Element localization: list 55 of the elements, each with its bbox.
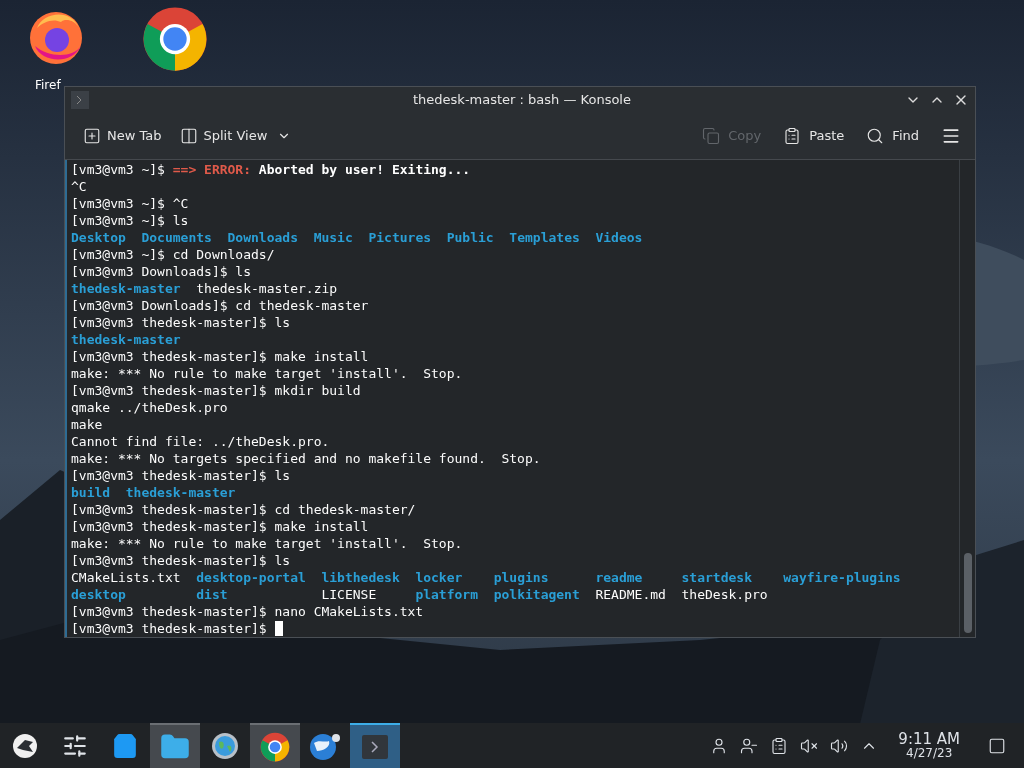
terminal-line: make [71,416,103,433]
terminal-line: [vm3@vm3 thedesk-master]$ ls [71,467,291,484]
search-icon [866,126,885,145]
terminal-line: build thedesk-master [71,484,236,501]
terminal-line: make: *** No targets specified and no makefile found. Stop. [71,450,541,467]
terminal-line: qmake ../theDesk.pro [71,399,228,416]
show-desktop-icon[interactable] [988,736,1006,755]
terminal-line: [vm3@vm3 thedesk-master]$ cd thedesk-master/ [71,501,416,518]
terminal-line: [vm3@vm3 thedesk-master]$ [71,620,283,637]
terminal-line: make: *** No rule to make target 'install'. Stop. [71,365,463,382]
terminal-line: thedesk-master thedesk-master.zip [71,280,338,297]
speaker-icon[interactable] [830,736,849,755]
find-button[interactable]: Find [862,126,923,146]
terminal-line: [vm3@vm3 ~]$ ==> ERROR: Aborted by user! Exiting... [71,161,471,178]
new-tab-button[interactable]: New Tab [79,126,166,146]
terminal-line: CMakeLists.txt desktop-portal libthedesk locker plugins readme startdesk wayfire-plugins [71,569,901,586]
clock-time[interactable]: 9:11 AM [898,732,960,747]
globe-gear-icon [211,731,239,760]
chrome-icon [260,731,290,762]
paste-button[interactable]: Paste [779,126,849,146]
clipboard-icon [783,126,802,145]
terminal-icon [71,90,89,109]
terminal-icon [361,732,389,761]
sliders-icon [62,732,88,759]
copy-icon [702,126,721,145]
split-view-button[interactable]: Split View [175,126,296,146]
terminal-line: [vm3@vm3 ~]$ ls [71,212,189,229]
clipboard-icon[interactable] [770,736,789,755]
clock-date[interactable]: 4/27/23 [906,747,953,759]
terminal-line: Desktop Documents Downloads Music Pictures Public Templates Videos [71,229,643,246]
terminal-line: desktop dist LICENSE platform polkitagent README.md theDesk.pro [71,586,768,603]
user-minus-icon[interactable] [740,736,759,755]
terminal-line: [vm3@vm3 ~]$ cd Downloads/ [71,246,275,263]
terminal-line: [vm3@vm3 thedesk-master]$ nano CMakeLists.txt [71,603,424,620]
terminal-line: Cannot find file: ../theDesk.pro. [71,433,330,450]
taskbar-item[interactable] [250,723,300,768]
scrollbar[interactable] [959,160,975,637]
wolf-icon [11,731,39,760]
terminal-line: [vm3@vm3 ~]$ ^C [71,195,189,212]
chrome-icon [142,6,208,72]
terminal-line: [vm3@vm3 Downloads]$ ls [71,263,251,280]
terminal-line: [vm3@vm3 Downloads]$ cd thedesk-master [71,297,369,314]
desktop-icon-label[interactable]: Firef [35,76,61,94]
window-title: thedesk-master : bash — Konsole [412,91,632,110]
terminal-line: [vm3@vm3 thedesk-master]$ make install [71,348,369,365]
terminal-line: ^C [71,178,87,195]
new-tab-icon [83,126,101,145]
terminal-line: make: *** No rule to make target 'install'. Stop. [71,535,463,552]
terminal-line: [vm3@vm3 thedesk-master]$ make install [71,518,369,535]
terminal-line: [vm3@vm3 thedesk-master]$ mkdir build [71,382,361,399]
terminal-line: [vm3@vm3 thedesk-master]$ ls [71,314,291,331]
columns-icon [179,126,198,145]
terminal-line: [vm3@vm3 thedesk-master]$ ls [71,552,291,569]
speaker-muted-icon[interactable] [800,736,819,755]
terminal-line: thedesk-master [71,331,181,348]
